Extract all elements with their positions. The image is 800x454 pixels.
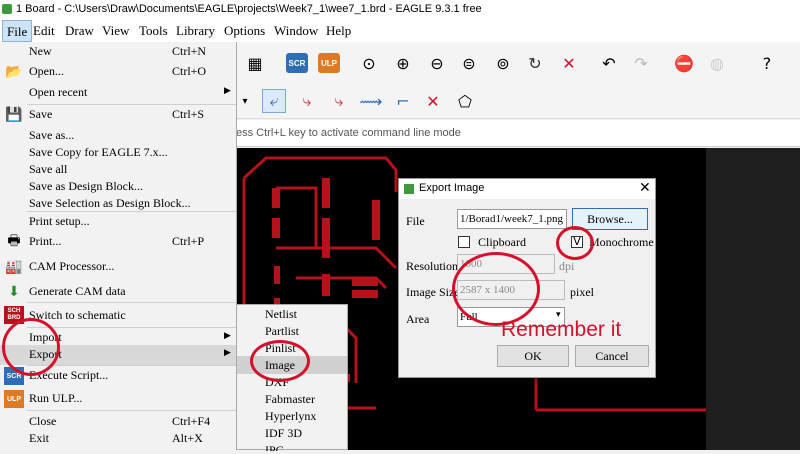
miter-icon[interactable]: ⌐ [392,90,414,112]
export-fabmaster[interactable]: Fabmaster [237,390,347,408]
generate-cam-icon: ⬇ [8,284,20,300]
ulp-icon: ULP [4,390,24,408]
resolution-label: Resolution [406,259,459,273]
file-new[interactable]: New Ctrl+N [0,42,236,62]
menu-edit[interactable]: Edit [29,20,59,42]
cam-3d-icon[interactable]: ▦ [244,52,266,74]
file-menu: New Ctrl+N 📂 Open... Ctrl+O Open recent … [0,42,237,450]
ratsnest-icon[interactable]: ✕ [558,52,580,74]
help-icon[interactable]: ? [756,52,778,74]
autoroute-icon[interactable]: ⤷ [296,90,318,112]
chevron-down-icon[interactable]: ▾ [234,90,256,112]
route-icon[interactable]: ⤶ [262,89,286,113]
menu-file[interactable]: File [2,20,33,42]
file-open[interactable]: 📂 Open... Ctrl+O [0,62,236,82]
menu-tools[interactable]: Tools [135,20,172,42]
command-line[interactable]: ess Ctrl+L key to activate command line … [236,120,800,147]
edit-toolbar: ▾ ⤶ ⤷ ⤷ ⟿ ⌐ ✕ ⬠ [236,84,800,119]
file-label: File [406,214,425,228]
cancel-button[interactable]: Cancel [575,345,649,367]
undo-icon[interactable]: ↶ [598,52,620,74]
export-hyperlynx[interactable]: Hyperlynx [237,407,347,425]
ok-button[interactable]: OK [497,345,569,367]
open-folder-icon: 📂 [5,64,23,80]
file-generate-cam[interactable]: ⬇ Generate CAM data [0,282,236,302]
file-run-ulp[interactable]: ULP Run ULP... [0,389,236,409]
main-toolbar: ▦ SCR ULP ⊙ ⊕ ⊖ ⊜ ⊚ ↻ ✕ ↶ ↷ ⛔ ◍ ? [236,42,800,85]
clipboard-label: Clipboard [478,235,526,249]
redo-icon[interactable]: ↷ [630,52,652,74]
menu-view[interactable]: View [98,20,133,42]
menu-options[interactable]: Options [220,20,269,42]
menu-draw[interactable]: Draw [61,20,98,42]
menu-window[interactable]: Window [270,20,322,42]
file-cam-processor[interactable]: 🏭 CAM Processor... [0,257,236,277]
remember-it-annotation: Remember it [501,318,622,341]
browse-button[interactable]: Browse... [572,208,648,230]
monochrome-label: Monochrome [589,235,654,249]
menu-help[interactable]: Help [322,20,355,42]
file-print[interactable]: 🖶 Print... Ctrl+P [0,232,236,252]
zoom-redraw-icon[interactable]: ⊜ [458,52,480,74]
command-hint: ess Ctrl+L key to activate command line … [236,127,461,139]
scr-button[interactable]: SCR [286,53,308,73]
submenu-arrow-icon: ▶ [224,331,231,341]
stop-icon[interactable]: ⛔ [673,52,695,74]
zoom-in-icon[interactable]: ⊕ [392,52,414,74]
ulp-button[interactable]: ULP [318,53,340,73]
board-side-panel [706,148,800,450]
zoom-out-icon[interactable]: ⊖ [426,52,448,74]
go-icon[interactable]: ◍ [706,52,728,74]
annotation-circle-export [2,318,60,376]
eagle-app-icon [404,184,414,194]
area-label: Area [406,312,430,326]
annotation-circle-monochrome [556,226,594,260]
eagle-app-icon [2,4,12,14]
image-size-unit: pixel [570,285,594,299]
file-path-input[interactable]: 1/Borad1/week7_1.png [457,209,567,229]
export-idf-3d[interactable]: IDF 3D [237,424,347,442]
annotation-circle-image [250,340,310,382]
title-bar: 1 Board - C:\Users\Draw\Documents\EAGLE\… [0,0,800,20]
save-disk-icon: 💾 [5,107,23,123]
ripup-icon[interactable]: ⟿ [360,90,383,112]
annotation-circle-image-size [452,252,540,326]
cam-factory-icon: 🏭 [5,259,23,275]
file-print-setup[interactable]: Print setup... [0,212,236,232]
submenu-arrow-icon: ▶ [224,86,231,96]
zoom-fit-icon[interactable]: ⊙ [358,52,380,74]
menu-separator [27,302,236,303]
menu-separator [27,410,236,411]
file-open-recent[interactable]: Open recent ▶ [0,83,236,103]
delete-icon[interactable]: ✕ [422,90,444,112]
dialog-title-bar: Export Image ✕ [399,179,655,199]
submenu-arrow-icon: ▶ [224,348,231,358]
export-partlist[interactable]: Partlist [237,322,347,340]
export-netlist[interactable]: Netlist [237,305,347,323]
file-save[interactable]: 💾 Save Ctrl+S [0,105,236,125]
menu-library[interactable]: Library [172,20,219,42]
file-exit[interactable]: Exit Alt+X [0,429,236,449]
printer-icon: 🖶 [7,233,21,249]
polygon-icon[interactable]: ⬠ [454,90,476,112]
dialog-title: Export Image [419,182,485,194]
zoom-select-icon[interactable]: ⊚ [492,52,514,74]
split-icon[interactable]: ⤷ [328,90,350,112]
close-icon[interactable]: ✕ [639,180,651,196]
clipboard-checkbox[interactable] [458,236,470,248]
redraw-icon[interactable]: ↻ [524,52,546,74]
window-title: 1 Board - C:\Users\Draw\Documents\EAGLE\… [16,3,482,15]
menu-bar: File Edit Draw View Tools Library Option… [0,20,800,43]
resolution-unit: dpi [559,259,575,273]
